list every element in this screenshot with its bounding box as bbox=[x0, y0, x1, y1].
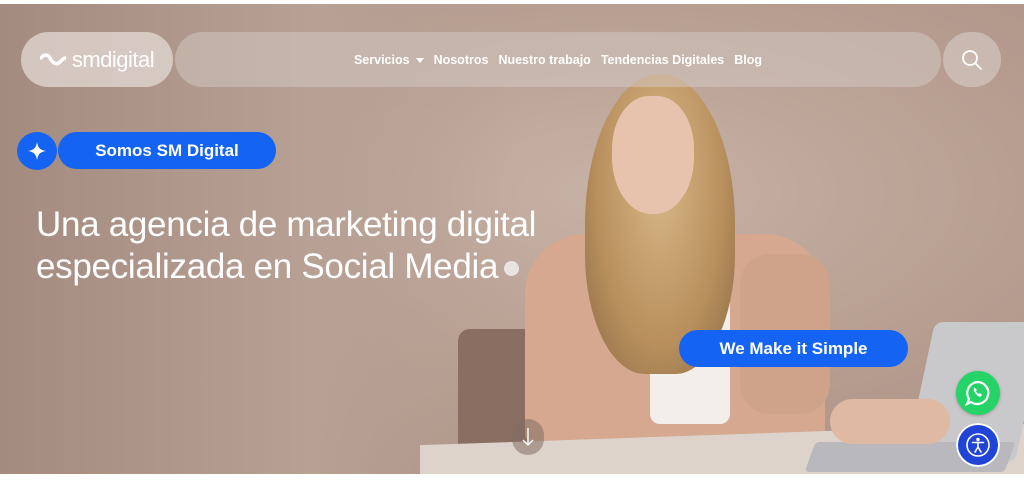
whatsapp-icon bbox=[964, 380, 990, 407]
nav-item-nosotros[interactable]: Nosotros bbox=[434, 53, 489, 67]
nav-item-servicios[interactable]: Servicios bbox=[354, 53, 424, 67]
tagline-button[interactable]: We Make it Simple bbox=[679, 330, 908, 367]
headline-line-1: Una agencia de marketing digital bbox=[36, 205, 537, 244]
logo-mark-icon bbox=[39, 52, 66, 65]
logo-link[interactable]: smdigital bbox=[21, 32, 173, 87]
nav-item-nuestro-trabajo[interactable]: Nuestro trabajo bbox=[498, 53, 590, 67]
intro-badge: Somos SM Digital bbox=[58, 132, 276, 169]
logo-text: smdigital bbox=[71, 46, 155, 72]
nav-item-blog[interactable]: Blog bbox=[734, 53, 762, 67]
search-icon bbox=[962, 49, 982, 70]
search-button[interactable] bbox=[943, 32, 1001, 87]
headline-dot bbox=[504, 261, 520, 277]
person-face-image bbox=[612, 96, 694, 214]
main-nav: Servicios Nosotros Nuestro trabajo Tende… bbox=[175, 32, 941, 87]
hero-headline: Una agencia de marketing digital especia… bbox=[36, 204, 656, 288]
sparkle-badge bbox=[17, 132, 57, 170]
sparkle-icon bbox=[28, 142, 46, 160]
arrow-down-icon bbox=[522, 428, 534, 446]
nav-item-tendencias-digitales[interactable]: Tendencias Digitales bbox=[601, 53, 724, 67]
nav-item-label: Servicios bbox=[353, 52, 410, 67]
accessibility-button[interactable] bbox=[956, 423, 1000, 467]
scroll-down-button[interactable] bbox=[512, 419, 544, 455]
accessibility-icon bbox=[966, 433, 990, 457]
whatsapp-button[interactable] bbox=[956, 371, 1000, 415]
hands-image bbox=[830, 399, 950, 444]
chevron-down-icon bbox=[415, 57, 424, 63]
headline-line-2: especializada en Social Media bbox=[36, 247, 499, 286]
